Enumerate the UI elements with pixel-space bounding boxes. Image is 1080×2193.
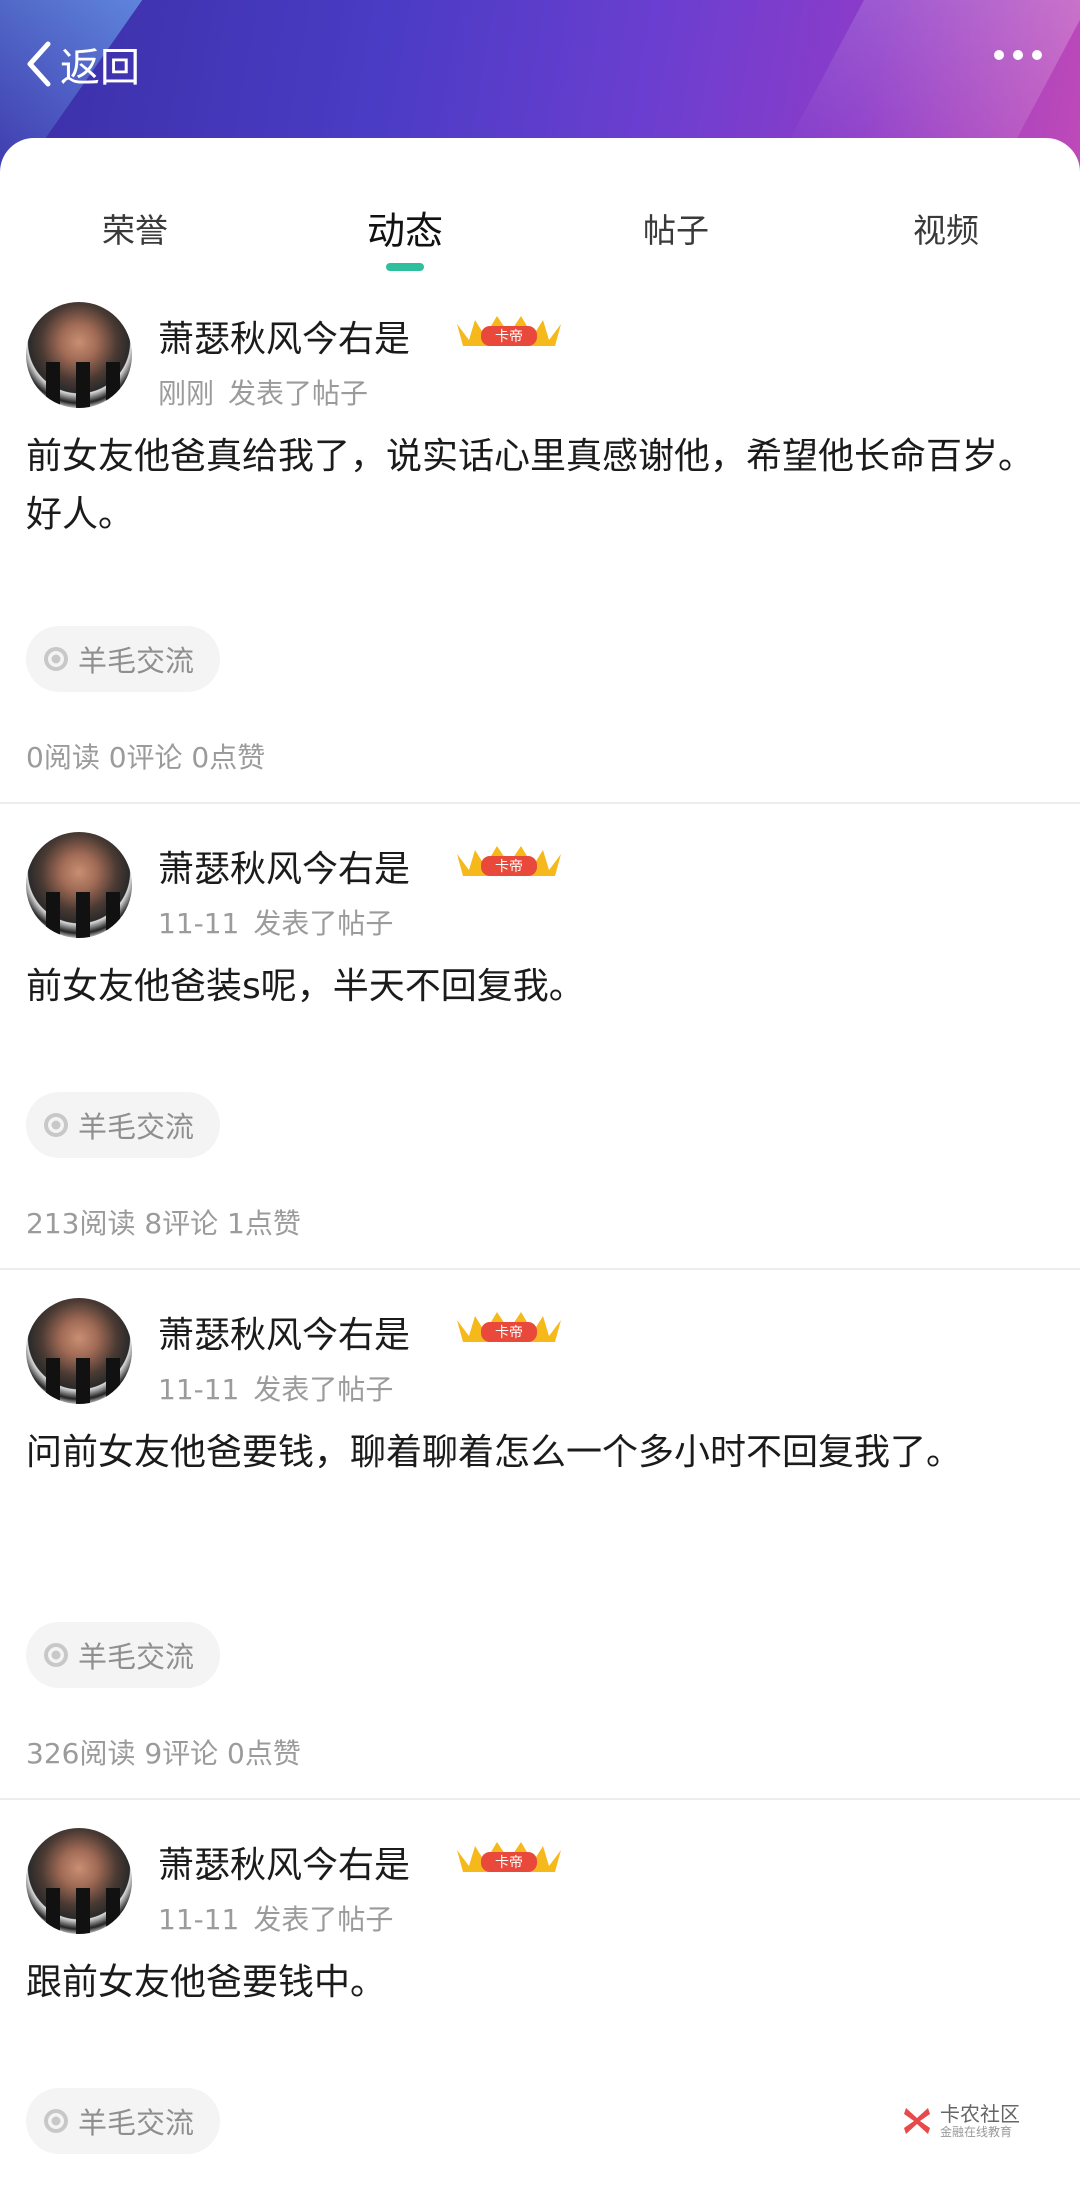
divider	[0, 1268, 1080, 1270]
post-time: 11-11	[158, 907, 240, 940]
post-meta: 11-11 发表了帖子	[158, 1368, 393, 1408]
active-tab-indicator	[386, 263, 424, 271]
post-stats: 0阅读 0评论 0点赞	[26, 741, 266, 774]
watermark: 卡农社区 金融在线教育	[900, 2103, 1020, 2139]
username[interactable]: 萧瑟秋风今右是	[158, 1306, 410, 1358]
target-icon	[44, 2109, 68, 2133]
watermark-title: 卡农社区	[940, 2102, 1020, 2126]
post-meta: 刚刚 发表了帖子	[158, 372, 368, 412]
post-time: 11-11	[158, 1373, 240, 1406]
avatar[interactable]	[26, 832, 132, 938]
post-time: 11-11	[158, 1903, 240, 1936]
post-stats: 213阅读 8评论 1点赞	[26, 1207, 301, 1240]
tab-bar: 荣誉 动态 帖子 视频	[0, 204, 1080, 274]
topic-tag[interactable]: 羊毛交流	[26, 1092, 221, 1158]
post-meta: 11-11 发表了帖子	[158, 902, 393, 942]
target-icon	[44, 647, 68, 671]
topic-tag-label: 羊毛交流	[78, 644, 195, 678]
post-content[interactable]: 前女友他爸装s呢，半天不回复我。	[26, 958, 1036, 1016]
tab-posts[interactable]: 帖子	[643, 204, 709, 252]
badge-text: 卡帝	[495, 1855, 523, 1871]
avatar[interactable]	[26, 1298, 132, 1404]
badge-text: 卡帝	[495, 329, 523, 345]
back-label: 返回	[60, 45, 140, 91]
tab-videos[interactable]: 视频	[913, 204, 979, 252]
badge-text: 卡帝	[495, 1325, 523, 1341]
topic-tag[interactable]: 羊毛交流	[26, 626, 221, 692]
avatar[interactable]	[26, 302, 132, 408]
badge-text: 卡帝	[495, 859, 523, 875]
more-dot-icon	[994, 50, 1004, 60]
crown-badge-icon: 卡帝	[457, 1842, 561, 1872]
crown-badge-icon: 卡帝	[457, 1312, 561, 1342]
divider	[0, 802, 1080, 804]
topic-tag-label: 羊毛交流	[78, 1110, 195, 1144]
topic-tag-label: 羊毛交流	[78, 2106, 195, 2140]
topic-tag[interactable]: 羊毛交流	[26, 1622, 221, 1688]
post-action: 发表了帖子	[228, 377, 369, 410]
more-dot-icon	[1013, 50, 1023, 60]
topic-tag-label: 羊毛交流	[78, 1640, 195, 1674]
username[interactable]: 萧瑟秋风今右是	[158, 840, 410, 892]
watermark-subtitle: 金融在线教育	[940, 2125, 1013, 2139]
divider	[0, 1798, 1080, 1800]
tab-honor[interactable]: 荣誉	[102, 204, 168, 252]
more-dot-icon	[1032, 50, 1042, 60]
back-button[interactable]: 返回	[22, 34, 140, 94]
target-icon	[44, 1643, 68, 1667]
post-stats: 326阅读 9评论 0点赞	[26, 1737, 301, 1770]
crown-badge-icon: 卡帝	[457, 316, 561, 346]
username[interactable]: 萧瑟秋风今右是	[158, 310, 410, 362]
post-action: 发表了帖子	[253, 1903, 394, 1936]
post-content[interactable]: 跟前女友他爸要钱中。	[26, 1954, 1036, 2012]
tab-activity[interactable]: 动态	[367, 200, 443, 255]
target-icon	[44, 1113, 68, 1137]
topic-tag[interactable]: 羊毛交流	[26, 2088, 221, 2154]
chevron-left-icon	[27, 41, 51, 87]
post-action: 发表了帖子	[253, 1373, 394, 1406]
post-content[interactable]: 问前女友他爸要钱，聊着聊着怎么一个多小时不回复我了。	[26, 1424, 1036, 1482]
post-meta: 11-11 发表了帖子	[158, 1898, 393, 1938]
post-time: 刚刚	[158, 377, 215, 410]
kanong-logo-icon	[904, 2108, 930, 2134]
more-options-button[interactable]	[994, 50, 1042, 60]
username[interactable]: 萧瑟秋风今右是	[158, 1836, 410, 1888]
post-content[interactable]: 前女友他爸真给我了，说实话心里真感谢他，希望他长命百岁。好人。	[26, 428, 1036, 544]
crown-badge-icon: 卡帝	[457, 846, 561, 876]
post-action: 发表了帖子	[253, 907, 394, 940]
avatar[interactable]	[26, 1828, 132, 1934]
